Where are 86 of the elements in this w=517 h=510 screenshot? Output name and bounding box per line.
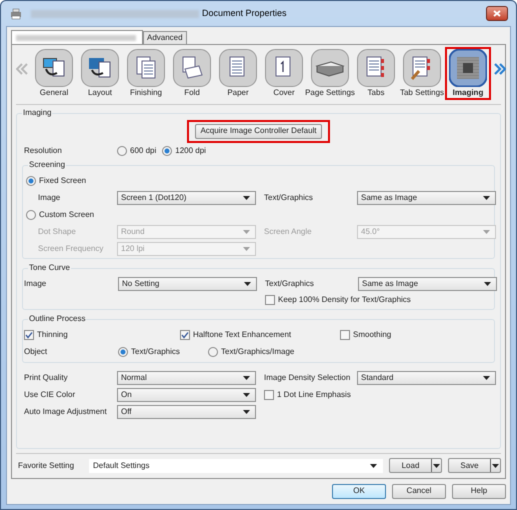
field-label: Text/Graphics: [265, 278, 315, 290]
split-button[interactable]: Save: [448, 458, 501, 473]
option-label[interactable]: 600 dpi: [130, 144, 156, 156]
split-button[interactable]: Load: [389, 458, 442, 473]
dropdown[interactable]: Off: [117, 404, 256, 418]
option-label[interactable]: Text/Graphics: [131, 346, 180, 358]
category-button[interactable]: Finishing: [123, 47, 169, 100]
category-icon: [35, 49, 73, 87]
field-label: Print Quality: [24, 372, 69, 384]
field-label: Favorite Setting: [18, 460, 76, 472]
caret-icon: [243, 230, 250, 234]
option-label[interactable]: 1200 dpi: [175, 144, 206, 156]
close-icon: [493, 10, 501, 17]
dropdown[interactable]: On: [117, 388, 256, 402]
option-label[interactable]: Halftone Text Enhancement: [193, 328, 292, 340]
field-label: Text/Graphics: [264, 192, 314, 204]
close-button[interactable]: [486, 6, 508, 21]
tab[interactable]: [11, 30, 143, 44]
caret-icon: [483, 376, 490, 380]
group-title: Imaging: [22, 108, 52, 118]
field-label: Image Density Selection: [264, 372, 352, 384]
field-label: Resolution: [24, 144, 63, 156]
option-label[interactable]: Smoothing: [353, 328, 392, 340]
field-label: Image: [38, 192, 62, 204]
dropdown[interactable]: No Setting: [118, 276, 257, 290]
category-button[interactable]: Cover: [261, 47, 307, 100]
option-label[interactable]: Thinning: [37, 328, 68, 340]
caret-icon: [433, 464, 440, 468]
caret-icon: [243, 392, 250, 396]
dialog-button[interactable]: Cancel: [392, 484, 446, 498]
category-icon: [265, 49, 303, 87]
tab[interactable]: Advanced: [143, 31, 187, 44]
field-label: Image: [24, 278, 48, 290]
category-button[interactable]: Paper: [215, 47, 261, 100]
group-title: Outline Process: [28, 314, 86, 324]
caret-icon: [243, 196, 250, 200]
field-label: Auto Image Adjustment: [24, 406, 108, 418]
field-label: Screen Angle: [264, 226, 313, 238]
caret-icon: [484, 282, 491, 286]
category-button[interactable]: Tabs: [353, 47, 399, 100]
caret-icon: [243, 246, 250, 250]
dropdown[interactable]: Default Settings: [89, 458, 383, 472]
dropdown[interactable]: Normal: [117, 370, 256, 384]
group-title: Tone Curve: [28, 263, 71, 273]
field-label: Screen Frequency: [38, 242, 104, 254]
printer-icon: [9, 8, 23, 20]
category-button[interactable]: Page Settings: [307, 47, 353, 100]
dropdown[interactable]: Same as Image: [357, 190, 496, 204]
option-label[interactable]: Text/Graphics/Image: [221, 346, 294, 358]
category-icon: [311, 49, 349, 87]
category-icon: [357, 49, 395, 87]
double-chevron-left-icon: [16, 63, 28, 75]
field-label: Dot Shape: [38, 226, 77, 238]
category-button[interactable]: General: [31, 47, 77, 100]
field-label: Use CIE Color: [24, 388, 76, 400]
category-icon: [173, 49, 211, 87]
caret-icon: [243, 376, 250, 380]
caret-icon: [243, 410, 250, 414]
category-icon: [219, 49, 257, 87]
category-icon: [81, 49, 119, 87]
window-title: Document Properties: [202, 6, 287, 20]
caret-icon: [492, 464, 499, 468]
field-label: Object: [24, 346, 48, 358]
category-button[interactable]: Layout: [77, 47, 123, 100]
caret-icon: [483, 230, 490, 234]
option-label[interactable]: Keep 100% Density for Text/Graphics: [278, 294, 411, 306]
dialog-button[interactable]: OK: [332, 484, 386, 498]
category-icon: [127, 49, 165, 87]
double-chevron-right-icon: [494, 63, 506, 75]
group-title: Screening: [28, 160, 66, 170]
category-button[interactable]: Imaging: [445, 47, 491, 100]
category-icon: [403, 49, 441, 87]
category-icon: [449, 49, 487, 87]
option-label[interactable]: 1 Dot Line Emphasis: [277, 388, 351, 400]
dropdown[interactable]: Screen 1 (Dot120): [117, 190, 256, 204]
caret-icon: [370, 464, 377, 468]
category-button[interactable]: Fold: [169, 47, 215, 100]
caret-icon: [483, 196, 490, 200]
option-label[interactable]: Fixed Screen: [39, 174, 86, 186]
option-label[interactable]: Custom Screen: [39, 208, 94, 220]
dropdown[interactable]: Standard: [357, 370, 496, 384]
acquire-button[interactable]: Acquire Image Controller Default: [195, 124, 322, 138]
dropdown[interactable]: Same as Image: [358, 276, 497, 290]
dialog-button[interactable]: Help: [452, 484, 506, 498]
caret-icon: [244, 282, 251, 286]
category-button[interactable]: Tab Settings: [399, 47, 445, 100]
